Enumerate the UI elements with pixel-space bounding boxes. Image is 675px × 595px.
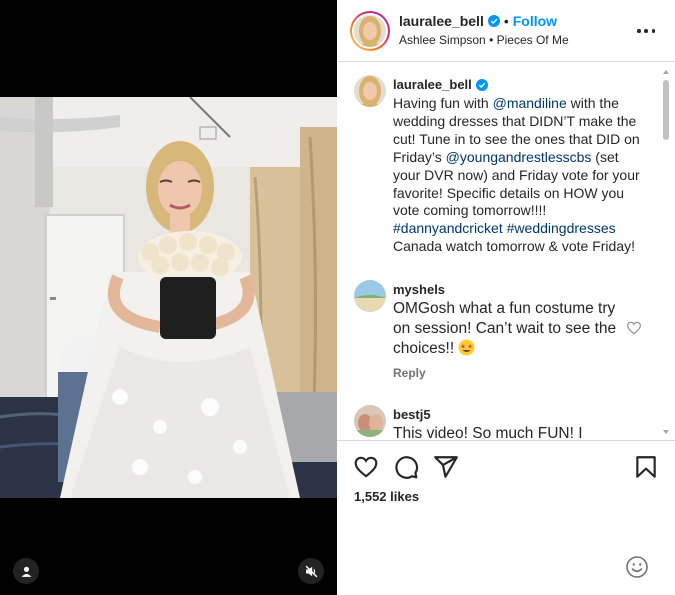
user-tag-icon[interactable]: [13, 558, 39, 584]
commenter-username[interactable]: bestj5: [393, 407, 431, 422]
author-username[interactable]: lauralee_bell: [399, 13, 484, 29]
mention-link[interactable]: @youngandrestlesscbs: [446, 149, 592, 165]
share-icon[interactable]: [433, 454, 459, 480]
comment-text: OMGosh what a fun costume try on session…: [393, 300, 617, 357]
comment-like-heart-icon[interactable]: [626, 320, 642, 336]
author-line: lauralee_bell • Follow: [399, 13, 557, 29]
hashtag-link[interactable]: #dannyandcricket: [393, 220, 503, 236]
caption-text: Having fun with @mandiline with the wedd…: [393, 95, 640, 255]
commenter-avatar[interactable]: [354, 280, 386, 312]
audio-separator: •: [489, 33, 494, 47]
post-media[interactable]: [0, 0, 337, 595]
more-options-icon[interactable]: [637, 22, 655, 40]
separator-dot: •: [503, 13, 509, 29]
scroll-up-arrow-icon[interactable]: [663, 70, 669, 74]
comment-text: This video! So much FUN! I: [393, 425, 583, 440]
caption-avatar[interactable]: [354, 75, 386, 107]
comment-composer[interactable]: [337, 545, 675, 595]
commenter-avatar[interactable]: [354, 405, 386, 437]
heart-icon[interactable]: [353, 454, 379, 480]
muted-speaker-icon[interactable]: [298, 558, 324, 584]
comment-icon[interactable]: [393, 454, 419, 480]
post-actions: 1,552 likes: [337, 440, 675, 550]
author-avatar[interactable]: [350, 11, 390, 51]
audio-attribution[interactable]: Ashlee Simpson • Pieces Of Me: [399, 33, 569, 47]
reply-button[interactable]: Reply: [393, 366, 426, 380]
follow-button[interactable]: Follow: [513, 13, 557, 29]
comments-list[interactable]: lauralee_bell Having fun with @mandiline…: [337, 63, 675, 440]
emoji-icon[interactable]: [625, 555, 649, 579]
scroll-down-arrow-icon[interactable]: [663, 430, 669, 434]
caption-author: lauralee_bell: [393, 77, 488, 92]
commenter-username[interactable]: myshels: [393, 282, 445, 297]
bookmark-icon[interactable]: [633, 454, 659, 480]
post-video[interactable]: [0, 97, 337, 498]
comments-scrollbar[interactable]: [662, 66, 670, 438]
like-count[interactable]: 1,552 likes: [354, 489, 419, 504]
hashtag-link[interactable]: #weddingdresses: [507, 220, 616, 236]
scroll-thumb[interactable]: [663, 80, 669, 140]
verified-badge-icon: [487, 15, 500, 27]
post-header: lauralee_bell • Follow Ashlee Simpson • …: [337, 0, 675, 62]
mention-link[interactable]: @mandiline: [493, 95, 567, 111]
audio-artist: Ashlee Simpson: [399, 33, 486, 47]
star-struck-emoji: [458, 339, 475, 356]
caption-username[interactable]: lauralee_bell: [393, 77, 472, 92]
post-panel: lauralee_bell • Follow Ashlee Simpson • …: [337, 0, 675, 595]
verified-badge-icon: [475, 78, 488, 91]
audio-track: Pieces Of Me: [496, 33, 569, 47]
